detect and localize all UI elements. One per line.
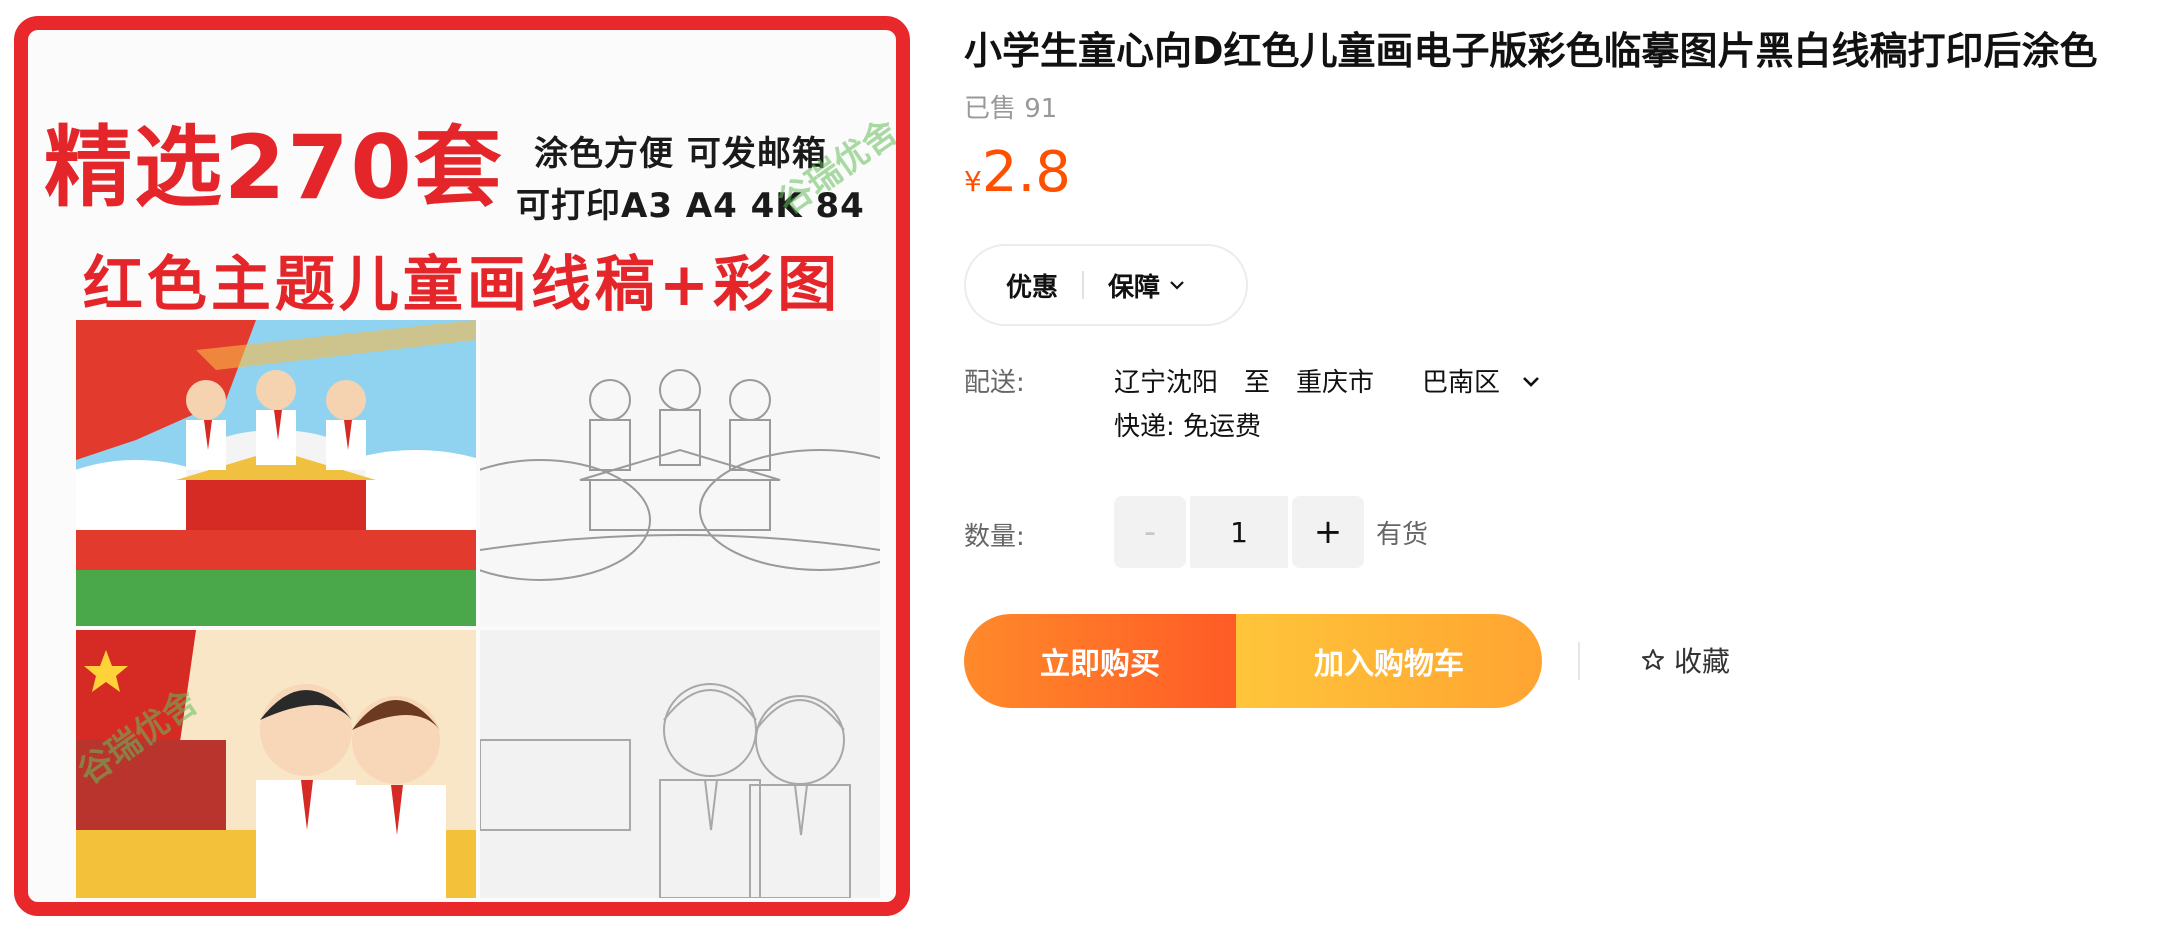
buy-now-button[interactable]: 立即购买 xyxy=(964,614,1236,708)
increment-button[interactable]: + xyxy=(1292,496,1364,568)
ship-district: 巴南区 xyxy=(1422,368,1501,398)
product-main-image[interactable]: 精选270套 涂色方便 可发邮箱 可打印A3 A4 4K 84 红色主题儿童画线… xyxy=(14,16,910,916)
product-title: 小学生童心向D红色儿童画电子版彩色临摹图片黑白线稿打印后涂色 xyxy=(964,29,2098,73)
purchase-buttons: 立即购买 加入购物车 xyxy=(964,614,1542,708)
ship-to-word: 至 xyxy=(1244,368,1271,398)
add-to-cart-button[interactable]: 加入购物车 xyxy=(1236,614,1542,708)
action-divider xyxy=(1578,642,1580,680)
star-icon xyxy=(1641,649,1665,670)
shipping-route: 辽宁沈阳 至 重庆市 巴南区 xyxy=(1114,362,1542,399)
favorite-label: 收藏 xyxy=(1674,645,1731,678)
quantity-input[interactable] xyxy=(1190,496,1288,568)
currency-symbol: ¥ xyxy=(964,165,982,198)
lineart-illustration-panel xyxy=(480,320,880,626)
decrement-button[interactable]: - xyxy=(1114,496,1186,568)
ship-from: 辽宁沈阳 xyxy=(1114,368,1219,398)
promo-line-1: 涂色方便 可发邮箱 xyxy=(534,134,827,174)
promo-subtitle: 红色主题儿童画线稿+彩图 xyxy=(82,250,842,320)
guarantee-label: 保障 xyxy=(1108,272,1161,303)
shipping-label: 配送: xyxy=(964,368,1025,398)
pill-divider xyxy=(1082,271,1085,299)
express-shipping: 快递: 免运费 xyxy=(1114,412,1262,442)
quantity-label: 数量: xyxy=(964,522,1025,552)
favorite-button[interactable]: 收藏 xyxy=(1640,640,1730,680)
guarantee-tab[interactable]: 保障 xyxy=(1108,267,1186,304)
price-value: 2.8 xyxy=(981,140,1071,205)
promo-header: 精选270套 涂色方便 可发邮箱 可打印A3 A4 4K 84 xyxy=(28,108,896,228)
quantity-stepper: - + 有货 xyxy=(1114,496,1428,568)
price: ¥2.8 xyxy=(964,140,1071,205)
color-illustration-panel xyxy=(76,320,476,626)
discount-tab[interactable]: 优惠 xyxy=(1006,267,1058,304)
promo-big-text: 精选270套 xyxy=(44,116,504,219)
lineart-illustration-panel-2 xyxy=(480,630,880,898)
chevron-down-icon xyxy=(1523,376,1539,387)
stock-status: 有货 xyxy=(1376,519,1429,550)
ship-city: 重庆市 xyxy=(1296,368,1375,398)
promo-guarantee-pill: 优惠 保障 xyxy=(964,244,1248,326)
district-selector[interactable]: 巴南区 xyxy=(1422,362,1542,399)
sold-count: 已售 91 xyxy=(964,94,1058,124)
chevron-down-icon xyxy=(1170,281,1184,290)
